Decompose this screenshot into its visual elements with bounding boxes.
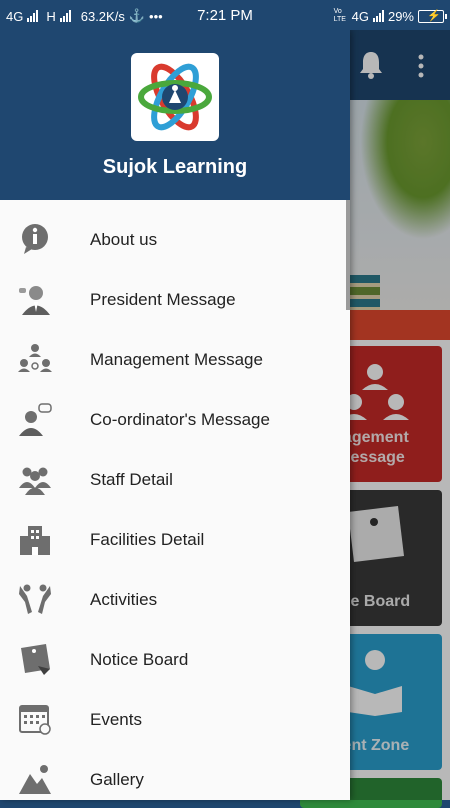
battery-percent: 29% (387, 8, 414, 24)
menu-item-facilities-detail[interactable]: Facilities Detail (0, 510, 350, 570)
notice-board-icon (21, 644, 50, 675)
menu-item-staff-detail[interactable]: Staff Detail (0, 450, 350, 510)
menu-item-about-us[interactable]: About us (0, 210, 350, 270)
coordinator-icon (19, 403, 52, 436)
menu-item-coordinators-message[interactable]: Co-ordinator's Message (0, 390, 350, 450)
drawer-header: Sujok Learning (0, 30, 350, 200)
staff-icon (19, 467, 51, 495)
app-title: Sujok Learning (102, 156, 248, 178)
menu-item-label: Events (90, 710, 142, 729)
drawer-menu: About us President Message Management Me… (0, 210, 350, 800)
menu-item-events[interactable]: Events (0, 690, 350, 750)
menu-item-label: Management Message (90, 350, 263, 369)
menu-item-label: Notice Board (90, 650, 189, 669)
menu-item-label: Gallery (90, 770, 144, 789)
network-type-3: 4G (351, 8, 369, 24)
president-icon (19, 286, 50, 315)
menu-item-label: Staff Detail (90, 470, 173, 489)
battery-icon: ⚡ (418, 9, 447, 23)
status-bar: 4G H 63.2K/s ⚓ ••• 7:21 PM Vo LTE 4G 29%… (0, 0, 450, 30)
drawer-scrollbar[interactable] (346, 200, 350, 310)
menu-item-label: Co-ordinator's Message (90, 410, 270, 429)
signal-icon-3 (372, 10, 384, 22)
atom-logo-icon (138, 63, 212, 131)
status-right: Vo LTE 4G 29% ⚡ (333, 8, 447, 24)
building-icon (20, 526, 50, 555)
calendar-icon (19, 705, 51, 735)
menu-item-label: Activities (90, 590, 158, 609)
app-logo (131, 53, 219, 141)
menu-item-label: About us (90, 230, 158, 249)
menu-item-management-message[interactable]: Management Message (0, 330, 350, 390)
volte-badge: Vo LTE (333, 8, 346, 23)
menu-item-activities[interactable]: Activities (0, 570, 350, 630)
menu-item-label: President Message (90, 290, 236, 309)
menu-item-president-message[interactable]: President Message (0, 270, 350, 330)
menu-item-gallery[interactable]: Gallery (0, 750, 350, 800)
menu-item-notice-board[interactable]: Notice Board (0, 630, 350, 690)
management-icon (18, 344, 52, 372)
activities-icon (19, 584, 51, 614)
navigation-drawer: Sujok Learning About us President Messag… (0, 30, 350, 800)
gallery-icon (19, 765, 51, 794)
info-icon (22, 224, 48, 254)
menu-item-label: Facilities Detail (90, 530, 205, 549)
